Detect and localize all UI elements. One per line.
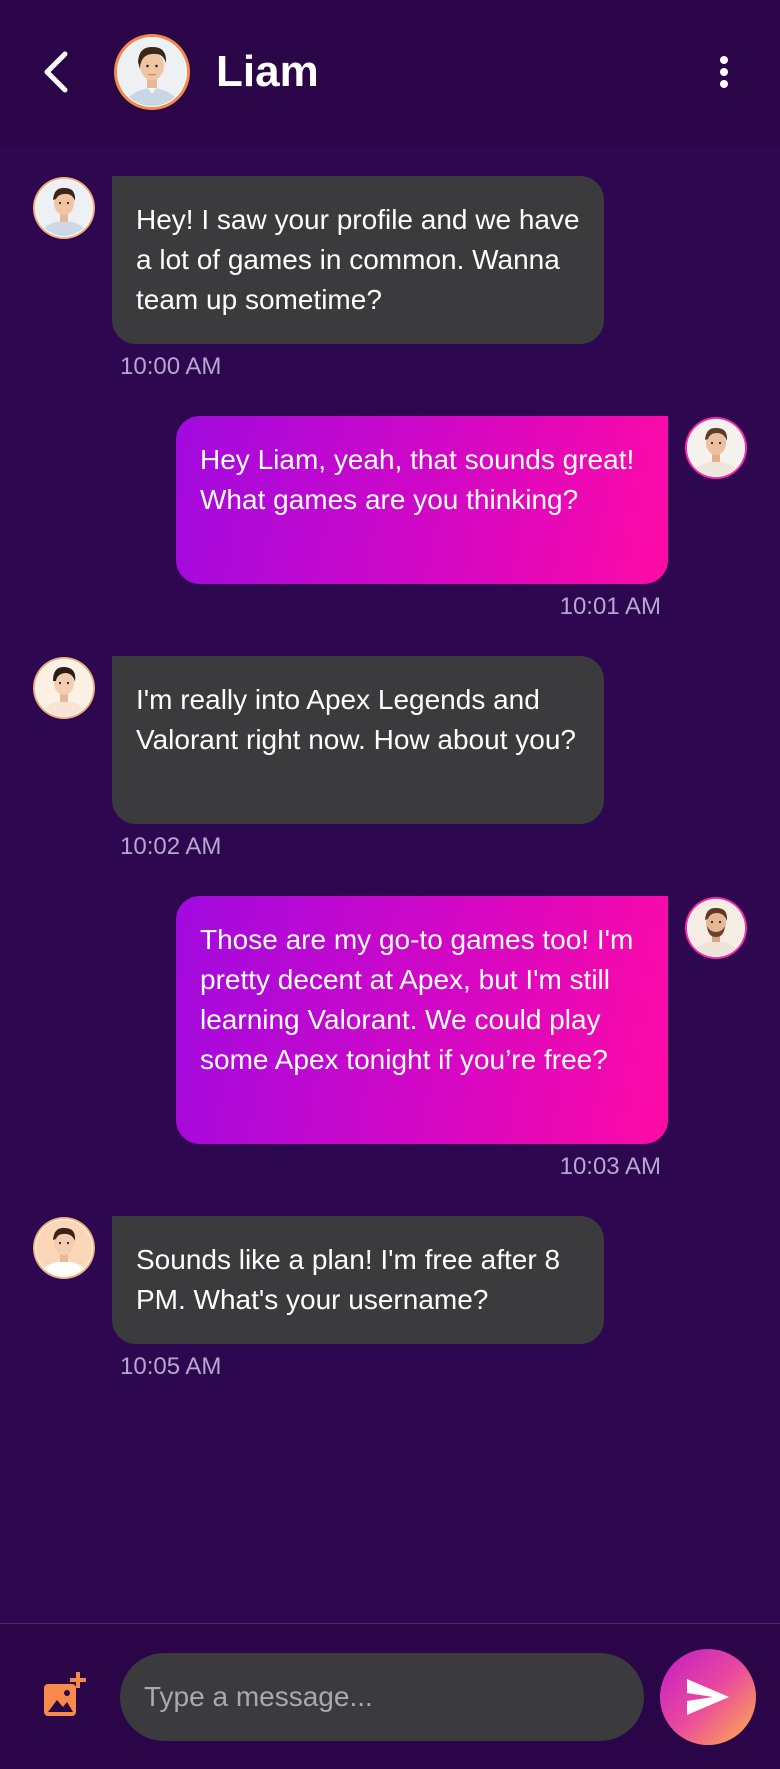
- send-icon: [687, 1679, 729, 1715]
- back-button[interactable]: [32, 44, 80, 100]
- chat-screen: Liam Hey! I saw your profile and we have…: [0, 0, 780, 1769]
- more-options-button[interactable]: [700, 46, 748, 98]
- contact-avatar: [33, 177, 95, 239]
- message-bubble-sent[interactable]: Those are my go-to games too! I'm pretty…: [176, 896, 668, 1144]
- contact-avatar[interactable]: [112, 32, 192, 112]
- attach-image-button[interactable]: [40, 1672, 88, 1720]
- message-timestamp: 10:03 AM: [559, 1153, 661, 1180]
- more-vertical-icon: [720, 56, 728, 88]
- message-composer: [0, 1623, 780, 1769]
- add-photo-icon: [44, 1672, 86, 1716]
- contact-avatar: [33, 657, 95, 719]
- user-avatar: [685, 417, 747, 479]
- message-input[interactable]: [120, 1653, 644, 1741]
- contact-name[interactable]: Liam: [216, 44, 319, 100]
- chevron-left-icon: [44, 51, 68, 93]
- user-avatar: [685, 897, 747, 959]
- message-timestamp: 10:05 AM: [120, 1353, 222, 1380]
- message-timestamp: 10:02 AM: [120, 833, 222, 860]
- message-timestamp: 10:00 AM: [120, 353, 222, 380]
- message-timestamp: 10:01 AM: [559, 593, 661, 620]
- message-bubble-received[interactable]: Sounds like a plan! I'm free after 8 PM.…: [112, 1216, 604, 1344]
- message-bubble-received[interactable]: Hey! I saw your profile and we have a lo…: [112, 176, 604, 344]
- message-bubble-received[interactable]: I'm really into Apex Legends and Valoran…: [112, 656, 604, 824]
- contact-avatar: [33, 1217, 95, 1279]
- send-button[interactable]: [660, 1649, 756, 1745]
- chat-header: Liam: [0, 0, 780, 146]
- message-bubble-sent[interactable]: Hey Liam, yeah, that sounds great! What …: [176, 416, 668, 584]
